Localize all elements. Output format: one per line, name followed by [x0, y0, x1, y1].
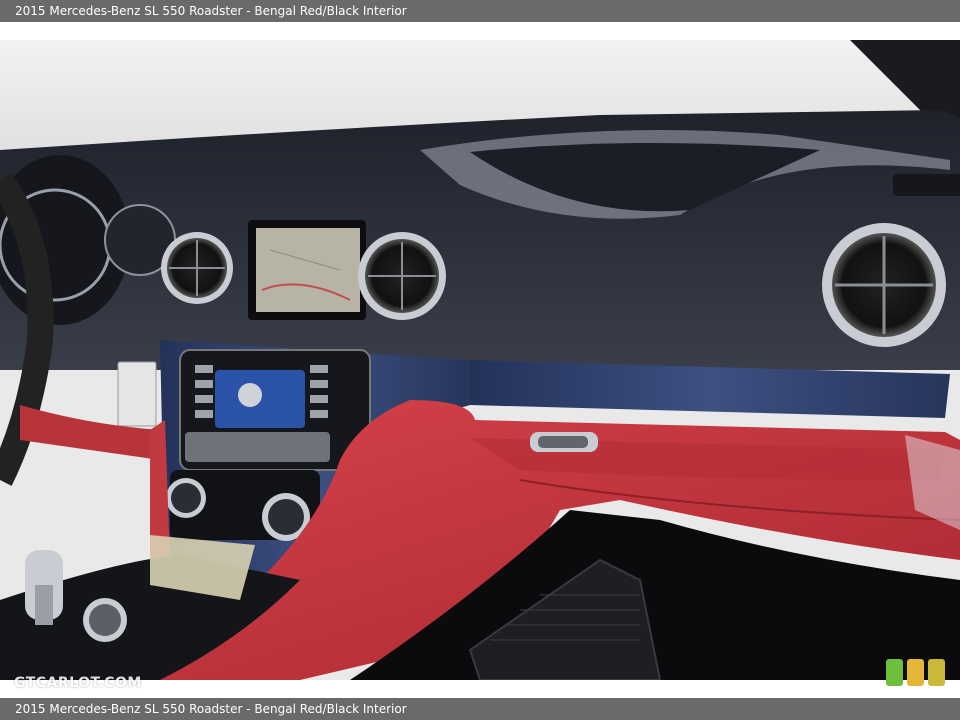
green-badge-icon — [886, 659, 903, 686]
gtcarlot-watermark: GTCARLOT.COM — [14, 675, 142, 691]
photo-caption-top: 2015 Mercedes-Benz SL 550 Roadster - Ben… — [0, 0, 960, 22]
yellow-badge-icon — [907, 659, 924, 686]
gold-badge-icon — [928, 659, 945, 686]
interior-photo — [0, 40, 960, 680]
photo-caption-bottom: 2015 Mercedes-Benz SL 550 Roadster - Ben… — [0, 698, 960, 720]
